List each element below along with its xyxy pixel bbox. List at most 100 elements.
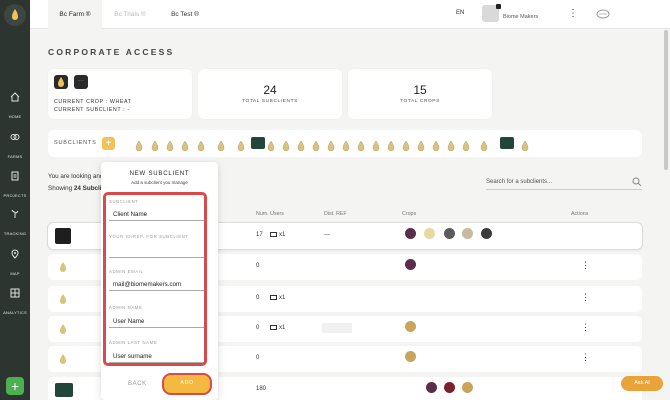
sidebar-item-label: ANALYTICS [3, 310, 27, 315]
subclient-chip[interactable] [281, 138, 291, 152]
more-menu-icon[interactable]: ⋮ [568, 8, 578, 19]
num-users: 0 [256, 325, 260, 331]
mail-icon [270, 232, 277, 237]
sidebar-item-label: PROJECTS [3, 193, 27, 198]
wheat-crop-icon [54, 75, 68, 89]
sidebar-item-analytics[interactable]: ANALYTICS [0, 288, 30, 319]
subclient-chip[interactable] [134, 138, 144, 152]
scrollbar[interactable] [664, 30, 668, 170]
subclient-chip[interactable] [520, 138, 530, 152]
modal-subtitle: Add a subclient you manage [131, 180, 188, 185]
subclient-chip[interactable] [180, 138, 190, 152]
sidebar-item-map[interactable]: MAP [0, 249, 30, 280]
subclient-chip[interactable] [150, 138, 160, 152]
add-button[interactable]: ADD [162, 373, 212, 395]
subclient-chip[interactable] [386, 138, 396, 152]
subclients-bar: SUBCLIENTS + [48, 130, 642, 157]
subclient-chip[interactable] [371, 138, 381, 152]
tab-bc-test[interactable]: Bc Test ® [158, 0, 212, 29]
crop-icon [462, 382, 473, 393]
subclient-chip[interactable] [296, 138, 306, 152]
tab-bc-trials[interactable]: Bc Trials ® [102, 0, 158, 29]
user-badge-icon [496, 4, 501, 9]
row-menu-icon[interactable]: ⋮ [581, 260, 590, 271]
crop-icon [424, 228, 435, 239]
current-crop: CURRENT CROP : WHEAT [54, 99, 132, 105]
subclient-chip[interactable] [479, 138, 489, 152]
invites: x1 [270, 325, 285, 331]
sidebar-item-home[interactable]: HOME [0, 92, 30, 123]
subclient-chip[interactable] [311, 138, 321, 152]
row-menu-icon[interactable]: ⋮ [581, 322, 590, 333]
map-pin-icon [11, 249, 19, 259]
tracking-icon [11, 209, 19, 218]
subclients-label: SUBCLIENTS [54, 140, 97, 146]
crop-icon [444, 228, 455, 239]
num-users: 0 [256, 263, 260, 269]
add-subclient-button[interactable]: + [102, 137, 115, 150]
subclient-chip[interactable] [446, 138, 456, 152]
col-header-num-users: Num. Users [256, 211, 284, 217]
mail-icon [270, 295, 277, 300]
search-input[interactable]: Search for a subclients... [486, 176, 642, 190]
sidebar-item-tracking[interactable]: TRACKING [0, 209, 30, 240]
subclient-chip[interactable] [356, 138, 366, 152]
app-logo[interactable] [4, 4, 26, 26]
subclient-chip[interactable] [341, 138, 351, 152]
crop-icon [444, 382, 455, 393]
row-menu-icon[interactable]: ⋮ [581, 292, 590, 303]
col-header-dist-ref: Dist. REF [324, 211, 347, 217]
back-button[interactable]: BACK [128, 381, 147, 387]
sidebar-item-label: MAP [10, 271, 20, 276]
language-selector[interactable]: EN [456, 10, 464, 16]
invites: x1 [270, 295, 285, 301]
total-crops-label: TOTAL CROPS [400, 99, 440, 104]
subclient-logo [55, 228, 71, 244]
num-users: 17 [256, 232, 263, 238]
crop-icon [405, 351, 416, 362]
crop-icon [426, 382, 437, 393]
subclient-chip[interactable] [196, 138, 206, 152]
sidebar-item-farms[interactable]: FARMS [0, 132, 30, 163]
subclient-placeholder-icon: ··· [74, 75, 88, 89]
topbar: Bc Farm ® Bc Trials ® Bc Test ® EN Biome… [30, 0, 670, 29]
subclient-chip[interactable] [461, 138, 471, 152]
sidebar-item-label: HOME [8, 114, 22, 119]
subclient-logo [60, 324, 66, 334]
num-users: 0 [256, 355, 260, 361]
subclient-chip[interactable] [236, 138, 246, 152]
current-subclient: CURRENT SUBCLIENT : - [54, 107, 130, 113]
home-icon [10, 92, 20, 102]
row-menu-icon[interactable]: ⋮ [581, 352, 590, 363]
subclient-chip[interactable] [266, 138, 276, 152]
col-header-actions: Actions [571, 211, 589, 217]
search-icon[interactable] [632, 177, 642, 187]
total-crops-card: 15 TOTAL CROPS [348, 69, 492, 119]
modal-title: NEW SUBCLIENT [129, 171, 190, 177]
analytics-icon [10, 288, 20, 298]
ask-ai-button[interactable]: Ask AI [621, 376, 663, 391]
tab-bc-farm[interactable]: Bc Farm ® [48, 0, 102, 29]
crop-icon [405, 228, 416, 239]
subclient-logo [60, 262, 66, 272]
subclient-chip[interactable] [416, 138, 426, 152]
subclient-chip[interactable] [326, 138, 336, 152]
subclient-chip[interactable] [401, 138, 411, 152]
projects-icon [11, 171, 19, 181]
current-info-card: ··· CURRENT CROP : WHEAT CURRENT SUBCLIE… [48, 69, 192, 119]
subclient-logo [60, 354, 66, 364]
num-users: 180 [256, 386, 267, 392]
subclient-chip[interactable] [500, 137, 514, 149]
sidebar-item-projects[interactable]: PROJECTS [0, 171, 30, 202]
sidebar: HOME FARMS PROJECTS TRACKING MAP ANALYTI… [0, 0, 30, 400]
add-button[interactable]: + [6, 377, 24, 395]
subclient-chip[interactable] [165, 138, 175, 152]
subclient-chip[interactable] [431, 138, 441, 152]
total-subclients-card: 24 TOTAL SUBCLIENTS [198, 69, 342, 119]
subclient-chip[interactable] [216, 138, 226, 152]
user-org-name[interactable]: Biome Makers [503, 14, 538, 20]
crop-icon [481, 228, 492, 239]
subclient-chip[interactable] [251, 137, 265, 149]
search-placeholder: Search for a subclients... [486, 179, 553, 185]
total-subclients-label: TOTAL SUBCLIENTS [242, 99, 298, 104]
